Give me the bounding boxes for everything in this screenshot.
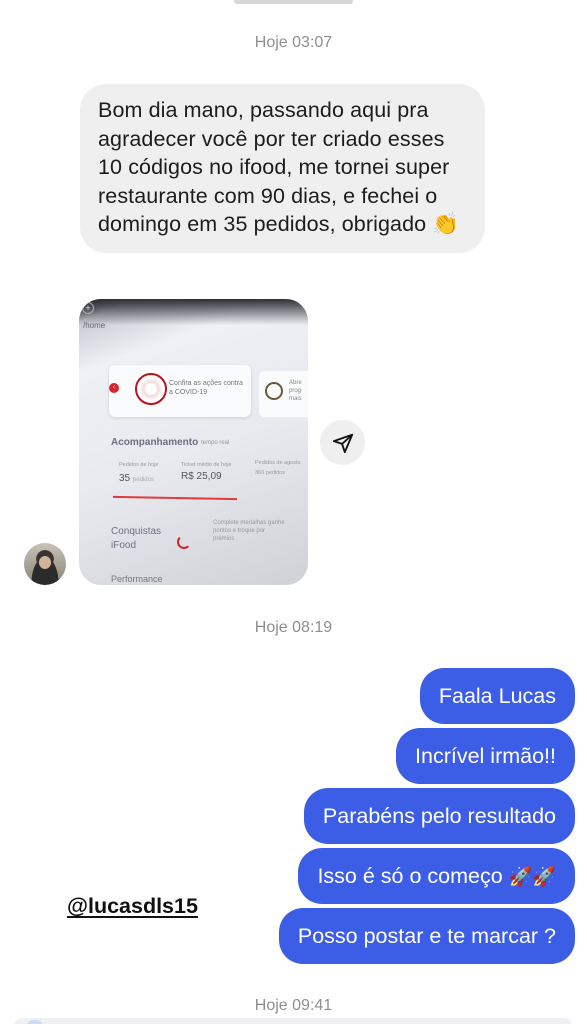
share-button[interactable]: [320, 420, 365, 465]
outgoing-message-bubble[interactable]: Incrível irmão!!: [396, 728, 575, 784]
photo-covid-text: Confira as ações contra a COVID-19: [169, 379, 243, 397]
photo-side-line: mais: [289, 396, 302, 402]
photo-progress-line: [112, 495, 238, 501]
photo-section-sub: tempo real: [201, 440, 230, 446]
photo-back-icon: ‹: [109, 383, 119, 393]
photo-stat-number: 35: [119, 473, 131, 484]
outgoing-message-bubble[interactable]: Posso postar e te marcar ?: [278, 908, 575, 964]
outgoing-message-text: Isso é só o começo: [317, 864, 503, 888]
photo-side-card-text: Abre prog mais: [289, 379, 302, 403]
photo-stat-value: 35 pedidos: [119, 473, 154, 484]
photo-section-title: Acompanhamento: [111, 437, 199, 448]
incoming-message-text: Bom dia mano, passando aqui pra agradece…: [98, 98, 460, 237]
outgoing-message-bubble[interactable]: Isso é só o começo 🚀🚀: [298, 848, 575, 904]
photo-shade: [79, 299, 308, 325]
photo-side-line: Abre: [289, 380, 302, 386]
photo-side-line: prog: [289, 388, 302, 394]
photo-achievements-text-line: pontos e troque por: [213, 528, 266, 534]
photo-achievements-text-line: prêmios: [213, 536, 235, 542]
next-message-preview: [14, 1018, 572, 1024]
outgoing-message-bubble[interactable]: Parabéns pelo resultado: [303, 788, 575, 844]
shared-photo[interactable]: + /home ‹ Confira as ações contra a COVI…: [79, 299, 308, 585]
incoming-message-bubble[interactable]: Bom dia mano, passando aqui pra agradece…: [80, 84, 485, 253]
photo-stat-suffix: pedidos: [132, 477, 154, 483]
photo-home-text: /home: [83, 321, 106, 330]
photo-covid-line: Confira as ações contra: [169, 380, 243, 387]
paper-plane-icon: [332, 433, 353, 453]
timestamp: Hoje 08:19: [254, 619, 333, 636]
avatar[interactable]: [24, 543, 66, 585]
photo-achievements-line: Conquistas: [111, 526, 162, 537]
photo-stat-value: 360 pedidos: [255, 470, 285, 476]
plus-icon: +: [82, 302, 94, 314]
timestamp: Hoje 09:41: [254, 997, 333, 1014]
sheet-handle: [234, 0, 353, 4]
photo-performance-label: Performance: [111, 574, 163, 584]
photo-stat-label: Pedidos de hoje: [119, 462, 159, 468]
clock-icon: [265, 382, 283, 400]
photo-achievements-text: Complete medalhas ganhe pontos e troque …: [213, 519, 285, 543]
photo-covid-line: a COVID-19: [169, 389, 208, 396]
progress-arc-icon: [177, 535, 191, 549]
photo-stat-value: R$ 25,09: [181, 471, 222, 482]
rocket-icon: 🚀🚀: [508, 867, 556, 888]
photo-achievements-line: iFood: [111, 540, 137, 551]
preview-edge: [26, 1020, 44, 1024]
outgoing-message-text: Posso postar e te marcar ?: [297, 924, 556, 948]
outgoing-message-text: Faala Lucas: [438, 684, 556, 708]
outgoing-message-bubble[interactable]: Faala Lucas: [419, 668, 575, 724]
timestamp: Hoje 03:07: [254, 34, 333, 51]
photo-stat-label: Ticket médio de hoje: [181, 462, 232, 468]
mention-sticker[interactable]: @lucasdls15: [67, 894, 198, 919]
outgoing-message-text: Incrível irmão!!: [415, 744, 556, 768]
outgoing-message-text: Parabéns pelo resultado: [322, 804, 556, 828]
avatar-face: [39, 556, 51, 569]
photo-stat-label: Pedidos de agosto: [255, 460, 301, 466]
virus-icon: [135, 373, 167, 405]
photo-achievements-text-line: Complete medalhas ganhe: [213, 520, 285, 526]
photo-achievements-title: Conquistas iFood: [111, 525, 161, 553]
